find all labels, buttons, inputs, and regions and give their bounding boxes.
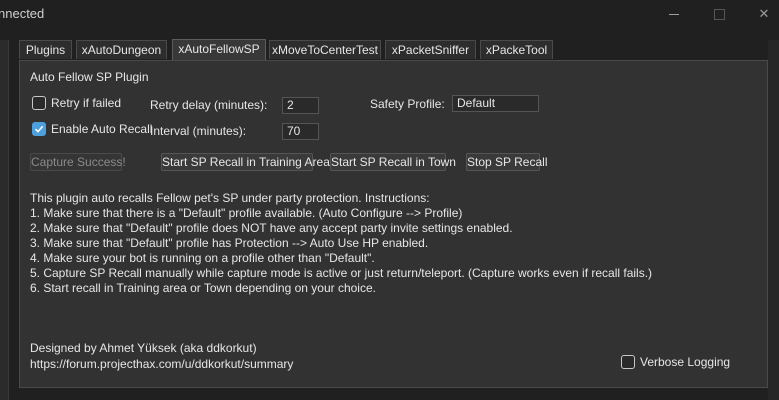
tab-xpacketsniffer[interactable]: xPacketSniffer	[385, 40, 476, 59]
checkbox-empty-icon	[621, 355, 635, 369]
instruction-line: 4. Make sure your bot is running on a pr…	[30, 251, 375, 265]
window-title: nnected	[0, 6, 45, 21]
retry-delay-input[interactable]: 2	[282, 97, 319, 114]
maximize-icon	[713, 8, 725, 20]
maximize-button[interactable]	[704, 3, 734, 25]
retry-delay-label: Retry delay (minutes):	[150, 98, 268, 112]
auto-fellow-sp-panel: Auto Fellow SP Plugin Retry if failed En…	[19, 60, 768, 388]
instructions-text: This plugin auto recalls Fellow pet's SP…	[30, 191, 652, 296]
credits: Designed by Ahmet Yüksek (aka ddkorkut) …	[30, 340, 293, 372]
verbose-logging-checkbox[interactable]: Verbose Logging	[621, 355, 730, 369]
tab-xautodungeon[interactable]: xAutoDungeon	[76, 40, 167, 59]
stop-recall-button[interactable]: Stop SP Recall	[466, 153, 548, 171]
verbose-logging-label: Verbose Logging	[640, 355, 731, 369]
forum-url-text: https://forum.projecthax.com/u/ddkorkut/…	[30, 357, 294, 371]
group-title: Auto Fellow SP Plugin	[30, 70, 149, 84]
retry-if-failed-checkbox[interactable]: Retry if failed	[32, 96, 121, 110]
right-panel-edge	[768, 40, 779, 400]
title-bar: nnected ✕	[0, 0, 779, 30]
designed-by-text: Designed by Ahmet Yüksek (aka ddkorkut)	[30, 341, 257, 355]
safety-profile-input[interactable]: Default	[452, 95, 539, 112]
enable-auto-recall-checkbox[interactable]: Enable Auto Recall	[32, 122, 152, 136]
tab-xpacketool[interactable]: xPackeTool	[480, 40, 553, 59]
capture-success-button[interactable]: Capture Success!	[30, 153, 126, 171]
instruction-line: 2. Make sure that "Default" profile does…	[30, 221, 513, 235]
close-button[interactable]: ✕	[749, 3, 779, 25]
safety-profile-label: Safety Profile:	[370, 97, 445, 111]
retry-if-failed-label: Retry if failed	[51, 96, 122, 110]
tab-xautofellowsp[interactable]: xAutoFellowSP	[172, 39, 266, 60]
left-panel-edge	[0, 40, 9, 400]
interval-label: Interval (minutes):	[150, 124, 247, 138]
instruction-line: 6. Start recall in Training area or Town…	[30, 281, 376, 295]
close-icon: ✕	[758, 6, 770, 21]
start-recall-town-button[interactable]: Start SP Recall in Town	[330, 153, 456, 171]
minimize-icon	[669, 13, 679, 15]
tab-plugins[interactable]: Plugins	[19, 40, 72, 59]
interval-input[interactable]: 70	[282, 123, 319, 140]
instruction-line: This plugin auto recalls Fellow pet's SP…	[30, 191, 430, 205]
enable-auto-recall-label: Enable Auto Recall	[51, 122, 153, 136]
instruction-line: 5. Capture SP Recall manually while capt…	[30, 266, 653, 280]
checkbox-empty-icon	[32, 96, 46, 110]
instruction-line: 1. Make sure that there is a "Default" p…	[30, 206, 463, 220]
tab-xmovetocentertest[interactable]: xMoveToCenterTest	[269, 40, 381, 59]
minimize-button[interactable]	[659, 3, 689, 25]
instruction-line: 3. Make sure that "Default" profile has …	[30, 236, 429, 250]
start-recall-training-button[interactable]: Start SP Recall in Training Area	[161, 153, 330, 171]
checkmark-icon	[32, 122, 46, 136]
